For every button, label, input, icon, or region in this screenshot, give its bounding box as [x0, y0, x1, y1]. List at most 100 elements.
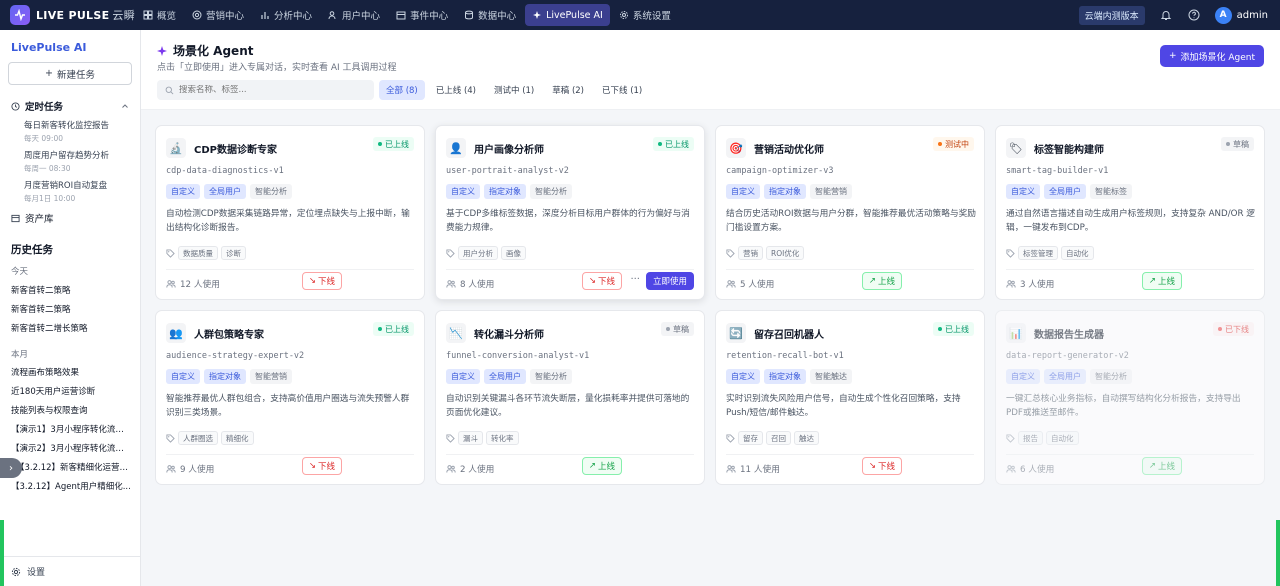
agent-id: user-portrait-analyst-v2 — [446, 166, 569, 176]
history-item[interactable]: 【3.2.12】新客精细化运营策略 — [16, 461, 136, 473]
agent-card[interactable]: 👤 用户画像分析师 已上线 user-portrait-analyst-v2 自定义 指定… — [435, 125, 705, 300]
clock-icon — [11, 101, 20, 111]
search-input[interactable] — [179, 85, 359, 95]
agent-id: data-report-generator-v2 — [1006, 351, 1129, 361]
history-item[interactable]: 流程画布策略效果 — [11, 366, 131, 378]
agent-chips: 自定义 全局用户 智能标签 — [1006, 184, 1132, 199]
agent-chip: 自定义 — [1006, 184, 1040, 199]
agent-card[interactable]: 🎯 营销活动优化师 测试中 campaign-optimizer-v3 自定义 指定对象智… — [715, 125, 985, 300]
history-item[interactable]: 新客首转二策略 — [11, 284, 131, 296]
agent-card[interactable]: 🏷 标签智能构建师 草稿 smart-tag-builder-v1 自定义 全局用户 智能标… — [995, 125, 1265, 300]
nav-item-2[interactable]: 分析中心 — [253, 4, 319, 26]
arrow-down-icon: ↘ — [588, 276, 596, 286]
tag-icon — [1006, 248, 1015, 258]
agent-tag[interactable]: 画像 — [501, 246, 526, 260]
nav-item-3[interactable]: 用户中心 — [321, 4, 387, 26]
agent-card[interactable]: 🔬 CDP数据诊断专家 已上线 cdp-data-diagnostics-v1 自定义全… — [155, 125, 425, 300]
pulse-logo-icon — [10, 5, 30, 25]
filter-tab-0[interactable]: 全部 (8) — [379, 80, 425, 100]
history-item[interactable]: 新客首转二策略 — [11, 303, 131, 315]
nav-item-0[interactable]: 概览 — [136, 4, 183, 26]
agent-icon: 📉 — [446, 323, 466, 343]
take-offline-button[interactable]: ↘ 下线 — [861, 457, 902, 475]
agent-card[interactable]: 👥 人群包策略专家 已上线 audience-strategy-expert-v2 自定… — [155, 310, 425, 485]
nav-item-5[interactable]: 数据中心 — [457, 4, 523, 26]
agent-tag[interactable]: 精细化 — [221, 431, 254, 445]
user-menu[interactable]: A admin — [1214, 6, 1268, 24]
bell-icon[interactable] — [1159, 8, 1173, 22]
scheduled-task-item[interactable]: 每日新客转化监控报告 每天 09:00 — [24, 119, 109, 144]
agent-card[interactable]: 🔄 留存召回机器人 已上线 retention-recall-bot-v1 自定义 指定对… — [715, 310, 985, 485]
history-item[interactable]: 技能列表与权限查询 — [11, 404, 131, 416]
agent-tag[interactable]: 自动化 — [1061, 246, 1094, 260]
usage-count: 5 人使用 — [726, 277, 774, 290]
history-item[interactable]: 新客首转二增长策略 — [11, 322, 131, 334]
agent-tag[interactable]: 标签管理 — [1018, 246, 1058, 260]
agent-name: CDP数据诊断专家 — [194, 145, 277, 156]
agent-chips: 自定义 全局用户 智能分析 — [446, 369, 572, 384]
publish-button[interactable]: ↗ 上线 — [1141, 272, 1182, 290]
agent-icon: 👥 — [166, 323, 186, 343]
agent-tag[interactable]: 漏斗 — [458, 431, 483, 445]
sidebar-collapse-button[interactable]: › — [0, 458, 22, 478]
card-divider — [166, 269, 414, 270]
agent-card[interactable]: 📉 转化漏斗分析师 草稿 funnel-conversion-analyst-v1 自定… — [435, 310, 705, 485]
nav-item-6[interactable]: LivePulse AI — [525, 4, 610, 26]
search-box[interactable] — [157, 80, 374, 100]
scheduled-task-item[interactable]: 周度用户留存趋势分析 每周一 08:30 — [24, 149, 109, 174]
agent-tag[interactable]: 转化率 — [486, 431, 519, 445]
history-item[interactable]: 【3.2.12】Agent用户精细化... — [11, 480, 131, 492]
filter-tab-2[interactable]: 测试中 (1) — [487, 80, 541, 100]
agent-chip: 智能营销 — [810, 184, 852, 199]
main-nav: 概览 营销中心 分析中心 用户中心 事件中心 数据中心 LivePulse AI 系统设置 — [136, 4, 678, 26]
use-now-button[interactable]: 立即使用 — [645, 272, 694, 290]
filter-tab-4[interactable]: 已下线 (1) — [595, 80, 649, 100]
users-icon — [446, 279, 456, 288]
scheduled-task-item[interactable]: 月度营销ROI自动复盘 每月1日 10:00 — [24, 179, 107, 204]
agent-tag[interactable]: 营销 — [738, 246, 763, 260]
agent-card[interactable]: 📊 数据报告生成器 已下线 data-report-generator-v2 自定义 全局… — [995, 310, 1265, 485]
agent-tag[interactable]: 人群圈选 — [178, 431, 218, 445]
more-options-button[interactable]: ··· — [630, 274, 640, 285]
agent-tag[interactable]: 报告 — [1018, 431, 1043, 445]
nav-item-4[interactable]: 事件中心 — [389, 4, 455, 26]
agent-chip: 自定义 — [166, 369, 200, 384]
history-item[interactable]: 【演示2】3月小程序转化流失... — [11, 442, 131, 454]
tag-icon — [166, 248, 175, 258]
agent-tag[interactable]: 用户分析 — [458, 246, 498, 260]
take-offline-button[interactable]: ↘ 下线 — [581, 272, 622, 290]
sidebar-title: LivePulse AI — [11, 41, 87, 54]
publish-button[interactable]: ↗ 上线 — [581, 457, 622, 475]
add-agent-button[interactable]: + 添加场景化 Agent — [1159, 45, 1264, 67]
username: admin — [1236, 9, 1268, 21]
history-item[interactable]: 近180天用户运营诊断 — [11, 385, 131, 397]
history-item[interactable]: 【演示1】3月小程序转化流失... — [11, 423, 131, 435]
take-offline-button[interactable]: ↘ 下线 — [301, 272, 342, 290]
scheduled-tasks-toggle[interactable]: 定时任务 — [11, 99, 131, 113]
assets-library-link[interactable]: 资产库 — [11, 211, 54, 225]
agent-tag[interactable]: ROI优化 — [766, 246, 805, 260]
publish-button[interactable]: ↗ 上线 — [861, 272, 902, 290]
logo[interactable]: LIVE PULSE 云瞬 — [0, 5, 136, 25]
settings-link[interactable]: 设置 — [0, 556, 141, 586]
chevron-up-icon — [122, 104, 128, 108]
agent-tag[interactable]: 留存 — [738, 431, 763, 445]
agent-tag[interactable]: 自动化 — [1046, 431, 1079, 445]
agent-id: cdp-data-diagnostics-v1 — [166, 166, 284, 176]
help-icon[interactable] — [1187, 8, 1201, 22]
take-offline-button[interactable]: ↘ 下线 — [301, 457, 342, 475]
env-badge: 云端内测版本 — [1078, 5, 1145, 25]
filter-tab-3[interactable]: 草稿 (2) — [545, 80, 591, 100]
agent-chips: 自定义 指定对象 智能营销 — [166, 369, 292, 384]
publish-button[interactable]: ↗ 上线 — [1141, 457, 1182, 475]
new-task-button[interactable]: + 新建任务 — [8, 62, 132, 85]
filter-tab-1[interactable]: 已上线 (4) — [429, 80, 483, 100]
agent-tag[interactable]: 触达 — [794, 431, 819, 445]
agent-chip: 智能触达 — [810, 369, 852, 384]
status-badge: 测试中 — [933, 137, 974, 151]
nav-item-7[interactable]: 系统设置 — [612, 4, 678, 26]
nav-item-1[interactable]: 营销中心 — [185, 4, 251, 26]
agent-tag[interactable]: 诊断 — [221, 246, 246, 260]
agent-tag[interactable]: 召回 — [766, 431, 791, 445]
agent-tag[interactable]: 数据质量 — [178, 246, 218, 260]
